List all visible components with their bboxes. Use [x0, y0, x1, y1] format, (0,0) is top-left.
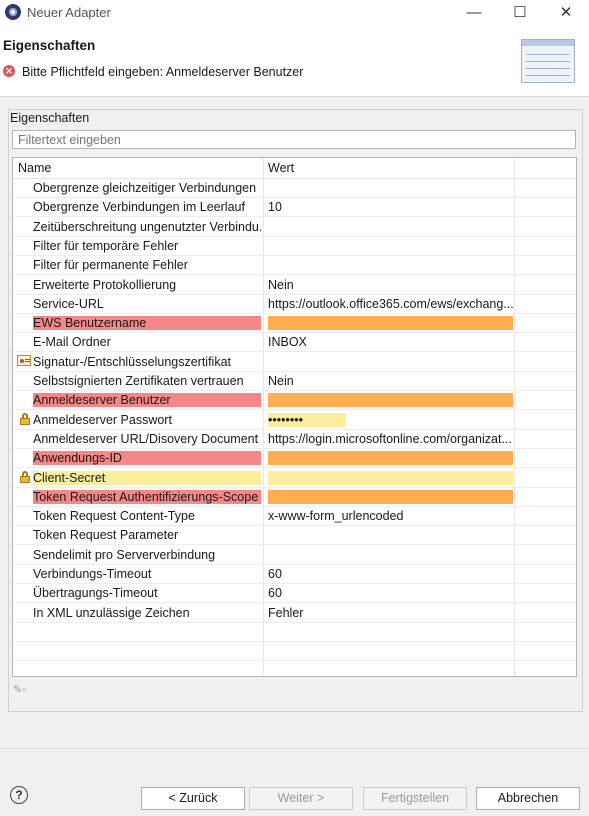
wizard-header: Eigenschaften ✕ Bitte Pflichtfeld eingeb… [0, 25, 589, 97]
property-value[interactable]: 10 [268, 200, 513, 214]
property-name: Filter für temporäre Fehler [33, 238, 179, 253]
maximize-button[interactable]: ☐ [497, 0, 543, 25]
property-value[interactable]: https://outlook.office365.com/ews/exchan… [268, 297, 513, 311]
filter-input[interactable] [12, 130, 576, 149]
property-value[interactable] [268, 220, 513, 234]
table-row[interactable]: Token Request Parameter [13, 525, 576, 546]
table-row[interactable]: Service-URL https://outlook.office365.com… [13, 294, 576, 314]
property-name: Obergrenze gleichzeitiger Verbindungen [33, 181, 257, 195]
property-name: Anwendungs-ID [33, 451, 261, 466]
empty-table-row [13, 661, 576, 677]
table-row[interactable]: Filter für temporäre Fehler [13, 236, 576, 256]
table-row[interactable]: Anmeldeserver Benutzer [13, 390, 576, 411]
page-title: Eigenschaften [3, 38, 96, 53]
property-value[interactable] [268, 528, 513, 542]
table-row[interactable]: Erweiterte Protokollierung Nein [13, 275, 576, 295]
property-name: Zeitüberschreitung ungenutzter Verbindu.… [33, 219, 261, 234]
table-row[interactable]: Selbstsignierten Zertifikaten vertrauen N… [13, 371, 576, 391]
property-name: Anmeldeserver Passwort [33, 412, 172, 427]
table-row[interactable]: Signatur-/Entschlüsselungszertifikat [13, 352, 576, 372]
certificate-icon [17, 354, 31, 366]
lock-icon [20, 412, 30, 425]
close-button[interactable]: ✕ [543, 0, 589, 25]
property-name: Token Request Authentifizierungs-Scope [33, 489, 261, 504]
table-row[interactable]: Anmeldeserver Passwort •••••••• [13, 410, 576, 430]
restore-default-icon[interactable]: ✎▫ [13, 683, 35, 699]
property-name: Anmeldeserver URL/Disovery Document ... [33, 431, 261, 446]
table-row[interactable]: Zeitüberschreitung ungenutzter Verbindu.… [13, 217, 576, 237]
lock-icon [20, 470, 30, 483]
property-value[interactable]: INBOX [268, 335, 513, 349]
property-name: Selbstsignierten Zertifikaten vertrauen [33, 374, 244, 388]
property-name: Obergrenze Verbindungen im Leerlauf [33, 200, 245, 215]
properties-table: Name Wert Obergrenze gleichzeitiger Verb… [12, 157, 577, 677]
footer-separator [0, 748, 589, 749]
back-button[interactable]: < Zurück [141, 787, 245, 810]
property-value[interactable] [268, 548, 513, 562]
error-icon: ✕ [3, 65, 15, 77]
property-value[interactable]: 60 [268, 586, 513, 600]
property-name: Filter für permanente Fehler [33, 258, 188, 273]
table-header: Name Wert [13, 158, 576, 179]
cancel-button[interactable]: Abbrechen [476, 787, 580, 810]
property-value[interactable]: •••••••• [268, 412, 346, 427]
minimize-button[interactable]: — [451, 0, 497, 25]
property-value[interactable]: Nein [268, 374, 513, 388]
table-row[interactable]: EWS Benutzername [13, 313, 576, 334]
property-name: E-Mail Ordner [33, 335, 111, 350]
property-name: Service-URL [33, 296, 104, 311]
window-title: Neuer Adapter [27, 5, 111, 20]
column-header-name[interactable]: Name [18, 161, 51, 175]
empty-table-row [13, 641, 576, 662]
property-name: Client-Secret [33, 470, 261, 485]
table-row[interactable]: Obergrenze gleichzeitiger Verbindungen [13, 178, 576, 198]
property-value[interactable]: 60 [268, 567, 513, 581]
property-name: Erweiterte Protokollierung [33, 277, 177, 292]
property-value[interactable] [268, 355, 513, 369]
help-icon[interactable]: ? [10, 786, 28, 804]
table-row[interactable]: In XML unzulässige Zeichen Fehler [13, 603, 576, 623]
property-name: Verbindungs-Timeout [33, 567, 152, 581]
property-name: Signatur-/Entschlüsselungszertifikat [33, 354, 232, 369]
table-row[interactable]: Sendelimit pro Serververbindung [13, 545, 576, 565]
property-value[interactable] [268, 451, 513, 466]
property-name: Sendelimit pro Serververbindung [33, 547, 216, 562]
wizard-banner-icon [521, 39, 575, 83]
property-name: Übertragungs-Timeout [33, 586, 158, 601]
table-row[interactable]: Verbindungs-Timeout 60 [13, 564, 576, 584]
next-button[interactable]: Weiter > [249, 787, 353, 810]
table-row[interactable]: Filter für permanente Fehler [13, 255, 576, 276]
property-value[interactable] [268, 181, 513, 195]
property-value[interactable]: Nein [268, 278, 513, 292]
property-value[interactable] [268, 239, 513, 253]
property-name: In XML unzulässige Zeichen [33, 605, 190, 620]
table-row[interactable]: Token Request Authentifizierungs-Scope [13, 487, 576, 507]
property-name: EWS Benutzername [33, 316, 261, 331]
property-value[interactable] [268, 258, 513, 272]
error-message: Bitte Pflichtfeld eingeben: Anmeldeserve… [22, 65, 304, 79]
title-bar: Neuer Adapter — ☐ ✕ [0, 0, 589, 25]
property-value[interactable]: x-www-form_urlencoded [268, 509, 513, 523]
finish-button[interactable]: Fertigstellen [363, 787, 467, 810]
table-row[interactable]: Token Request Content-Type x-www-form_url… [13, 506, 576, 527]
table-row[interactable]: Anwendungs-ID [13, 448, 576, 469]
property-name: Anmeldeserver Benutzer [33, 393, 261, 408]
table-row[interactable]: Obergrenze Verbindungen im Leerlauf 10 [13, 197, 576, 218]
app-icon [5, 4, 21, 20]
properties-group-label: Eigenschaften [10, 111, 90, 125]
empty-table-row [13, 622, 576, 642]
property-value[interactable] [268, 316, 513, 331]
column-header-value[interactable]: Wert [268, 161, 294, 175]
table-row[interactable]: Übertragungs-Timeout 60 [13, 583, 576, 604]
property-value[interactable] [268, 489, 513, 504]
property-name: Token Request Content-Type [33, 509, 195, 524]
table-row[interactable]: Client-Secret [13, 468, 576, 488]
table-row[interactable]: E-Mail Ordner INBOX [13, 332, 576, 353]
property-value[interactable] [268, 393, 513, 408]
property-value[interactable] [268, 470, 513, 485]
property-value[interactable]: https://login.microsoftonline.com/organi… [268, 432, 513, 446]
property-value[interactable]: Fehler [268, 606, 513, 620]
property-name: Token Request Parameter [33, 528, 179, 543]
table-row[interactable]: Anmeldeserver URL/Disovery Document ... h… [13, 429, 576, 449]
